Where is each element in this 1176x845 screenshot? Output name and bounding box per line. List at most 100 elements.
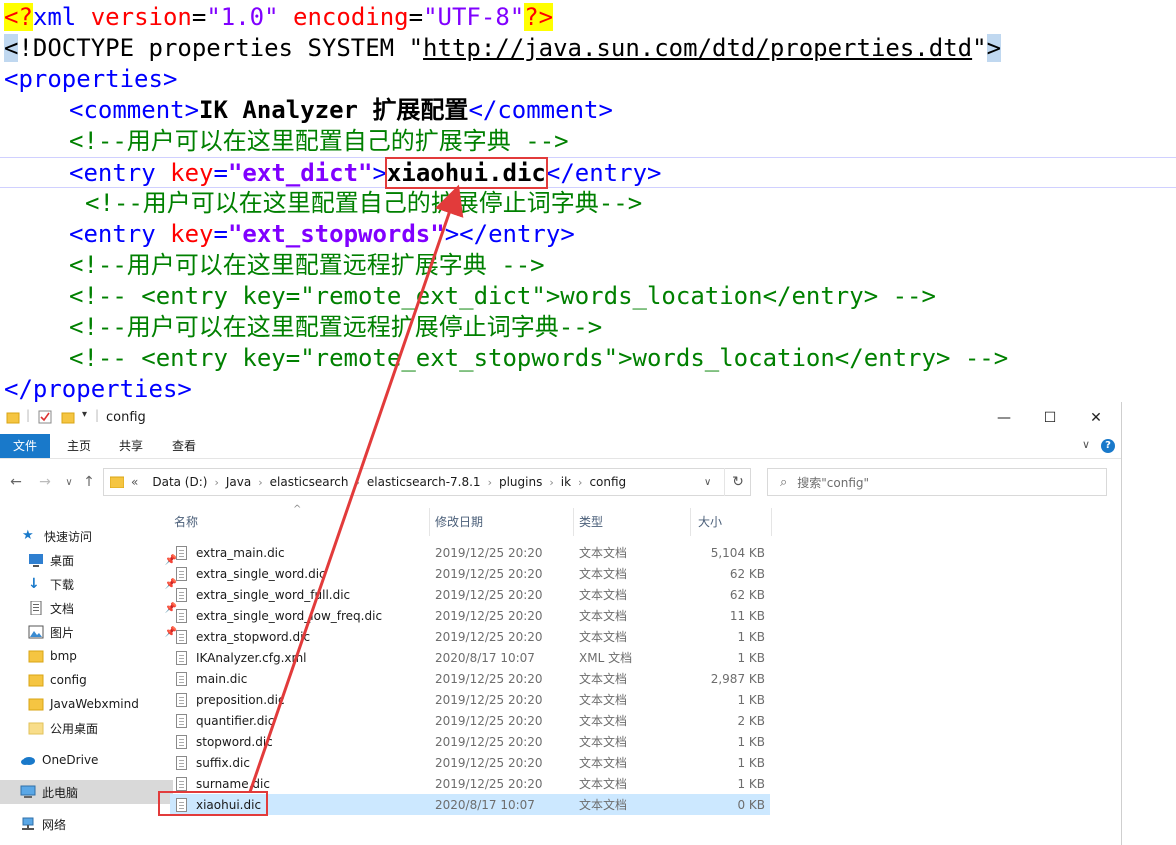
text-file-icon — [176, 608, 187, 623]
breadcrumb-segment[interactable]: Java — [219, 475, 258, 489]
breadcrumb-segment[interactable]: plugins — [492, 475, 549, 489]
picture-icon — [28, 625, 44, 639]
help-icon[interactable]: ? — [1101, 439, 1115, 453]
file-name: main.dic — [196, 671, 248, 686]
folder-icon — [28, 650, 44, 663]
nav-item-public-desktop[interactable]: 公用桌面 — [0, 716, 181, 740]
new-folder-icon[interactable] — [61, 410, 75, 424]
breadcrumb-segment[interactable]: elasticsearch-7.8.1 — [360, 475, 488, 489]
doctype-open: < — [4, 34, 19, 62]
address-bar[interactable]: « Data (D:) › Java › elasticsearch › elasti… — [103, 468, 751, 496]
maximize-button[interactable]: ☐ — [1027, 402, 1073, 434]
code-line-doctype: <!DOCTYPE properties SYSTEM "http://java… — [4, 33, 1002, 64]
expand-ribbon-icon[interactable]: ∨ — [1082, 438, 1090, 451]
back-button[interactable]: ← — [7, 472, 25, 492]
entry-open-tag: <entry — [69, 220, 156, 248]
nav-item-quick-access[interactable]: ★ 快速访问 — [0, 524, 175, 548]
column-header-name[interactable]: 名称 — [162, 508, 430, 536]
pi-close: ?> — [524, 3, 554, 31]
file-row[interactable]: IKAnalyzer.cfg.xml 2020/8/17 10:07 XML 文档 1… — [170, 647, 770, 668]
nav-label: 网络 — [42, 817, 67, 832]
nav-item-onedrive[interactable]: OneDrive — [0, 748, 173, 772]
nav-item-config[interactable]: config — [0, 668, 181, 692]
file-size: 62 KB — [729, 566, 765, 581]
xml-editor[interactable]: <?xml version="1.0" encoding="UTF-8"?> <… — [0, 0, 1176, 403]
file-date: 2019/12/25 20:20 — [435, 692, 543, 707]
file-size: 1 KB — [737, 776, 765, 791]
file-row[interactable]: extra_single_word.dic 2019/12/25 20:20 文本文… — [170, 563, 770, 584]
pi-name: xml — [32, 3, 77, 31]
file-date: 2019/12/25 20:20 — [435, 776, 543, 791]
file-date: 2019/12/25 20:20 — [435, 545, 543, 560]
equals-sign: = — [213, 220, 228, 248]
address-dropdown-icon[interactable]: ∨ — [704, 477, 711, 488]
file-row[interactable]: main.dic 2019/12/25 20:20 文本文档 2,987 KB — [170, 668, 770, 689]
nav-item-documents[interactable]: 文档 📌 — [0, 596, 181, 620]
properties-icon[interactable] — [38, 410, 52, 424]
minimize-button[interactable]: — — [981, 402, 1027, 434]
breadcrumb-segment[interactable]: Data (D:) — [145, 475, 214, 489]
file-list[interactable]: ^ 名称 修改日期 类型 大小 extra_main.dic 2019/12/25… — [160, 504, 1121, 845]
file-date: 2019/12/25 20:20 — [435, 713, 543, 728]
cloud-icon — [21, 757, 35, 765]
file-name: extra_stopword.dic — [196, 629, 311, 644]
close-button[interactable]: ✕ — [1073, 402, 1119, 434]
folder-icon — [28, 722, 44, 735]
nav-item-network[interactable]: 网络 — [0, 812, 173, 836]
file-row[interactable]: stopword.dic 2019/12/25 20:20 文本文档 1 KB — [170, 731, 770, 752]
doctype-end: " — [972, 34, 987, 62]
file-name: stopword.dic — [196, 734, 273, 749]
file-type: 文本文档 — [579, 672, 628, 686]
nav-item-bmp[interactable]: bmp — [0, 644, 181, 668]
nav-item-desktop[interactable]: 桌面 📌 — [0, 548, 181, 572]
column-header-size[interactable]: 大小 — [686, 508, 772, 536]
refresh-button[interactable]: ↻ — [724, 468, 751, 496]
nav-item-this-pc[interactable]: 此电脑 — [0, 780, 173, 804]
tab-view[interactable]: 查看 — [161, 434, 207, 458]
doctype-url-link[interactable]: http://java.sun.com/dtd/properties.dtd — [423, 34, 972, 62]
breadcrumb-segment[interactable]: ik — [554, 475, 578, 489]
tab-share[interactable]: 共享 — [108, 434, 154, 458]
recent-locations-icon[interactable]: ∨ — [60, 472, 78, 492]
network-icon — [22, 817, 34, 830]
nav-item-pictures[interactable]: 图片 📌 — [0, 620, 181, 644]
file-type: 文本文档 — [579, 609, 628, 623]
tab-home[interactable]: 主页 — [56, 434, 102, 458]
file-row[interactable]: extra_single_word_full.dic 2019/12/25 20:… — [170, 584, 770, 605]
nav-label: bmp — [50, 649, 77, 663]
quick-access-dropdown-icon[interactable]: ▾ — [82, 409, 87, 420]
breadcrumb-segment[interactable]: elasticsearch — [263, 475, 356, 489]
title-separator: | — [95, 408, 100, 422]
value-ext-stopwords: "ext_stopwords" — [227, 220, 445, 248]
file-row[interactable]: quantifier.dic 2019/12/25 20:20 文本文档 2 KB — [170, 710, 770, 731]
breadcrumb-segment[interactable]: config — [582, 475, 633, 489]
up-button[interactable]: ↑ — [80, 472, 98, 492]
pi-open: <? — [4, 3, 33, 31]
file-row[interactable]: preposition.dic 2019/12/25 20:20 文本文档 1 KB — [170, 689, 770, 710]
code-line-remote-dict-entry: <!-- <entry key="remote_ext_dict">words_… — [69, 282, 936, 310]
file-row[interactable]: extra_stopword.dic 2019/12/25 20:20 文本文档 1 … — [170, 626, 770, 647]
file-date: 2019/12/25 20:20 — [435, 587, 543, 602]
forward-button[interactable]: → — [36, 472, 54, 492]
search-input[interactable]: ⌕ 搜索"config" — [767, 468, 1107, 496]
text-file-icon — [176, 755, 187, 770]
value-ext-dict: "ext_dict" — [227, 159, 373, 187]
text-file-icon — [176, 650, 187, 665]
file-explorer-window[interactable]: | ▾ | config — ☐ ✕ 文件 主页 共享 查看 ∨ ? ← → ∨… — [0, 402, 1122, 845]
breadcrumb-overflow[interactable]: « — [124, 475, 145, 489]
file-row[interactable]: suffix.dic 2019/12/25 20:20 文本文档 1 KB — [170, 752, 770, 773]
nav-label: JavaWebxmind — [50, 697, 139, 711]
column-header-date[interactable]: 修改日期 — [423, 508, 574, 536]
attr-version: version — [90, 3, 192, 31]
file-size: 0 KB — [737, 797, 765, 812]
star-icon: ★ — [22, 528, 34, 543]
column-header-type[interactable]: 类型 — [567, 508, 691, 536]
nav-item-downloads[interactable]: ↓ 下载 📌 — [0, 572, 181, 596]
attr-key: key — [170, 220, 214, 248]
nav-item-javawebxmind[interactable]: JavaWebxmind — [0, 692, 181, 716]
text-file-icon — [176, 566, 187, 581]
title-bar[interactable]: | ▾ | config — ☐ ✕ — [0, 402, 1121, 434]
file-row[interactable]: extra_main.dic 2019/12/25 20:20 文本文档 5,104 … — [170, 542, 770, 563]
file-row[interactable]: extra_single_word_low_freq.dic 2019/12/25… — [170, 605, 770, 626]
tab-file[interactable]: 文件 — [0, 434, 50, 458]
